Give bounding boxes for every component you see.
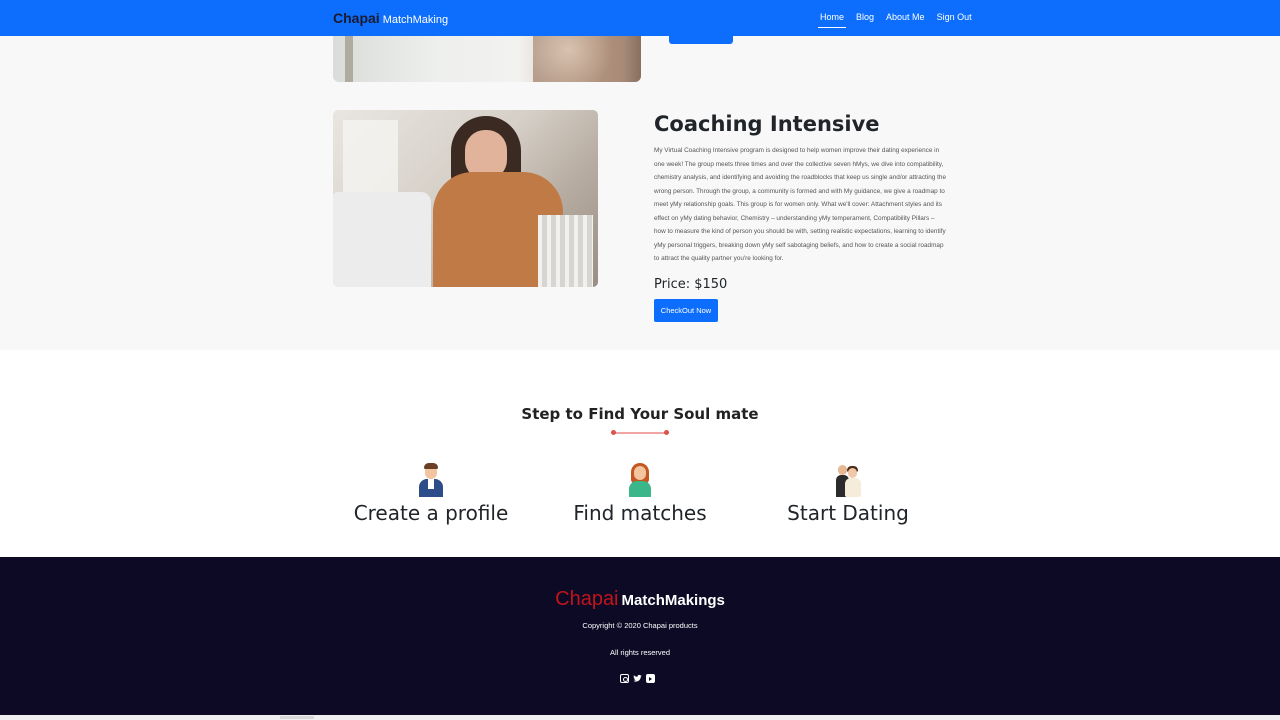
- instagram-icon[interactable]: [620, 674, 629, 683]
- step-find-matches: Find matches: [535, 463, 745, 525]
- icon-part: [634, 466, 646, 480]
- previous-checkout-button[interactable]: [669, 36, 733, 44]
- youtube-icon[interactable]: [646, 674, 655, 683]
- image-detail: [345, 36, 353, 82]
- image-detail: [333, 192, 431, 287]
- step-start-dating: Start Dating: [743, 463, 953, 525]
- nav-link-home[interactable]: Home: [818, 12, 847, 28]
- couple-icon: [833, 463, 863, 499]
- image-detail: [533, 36, 623, 82]
- coaching-price: Price: $150: [654, 277, 728, 292]
- divider-dot: [611, 430, 616, 435]
- step-label: Find matches: [573, 501, 707, 525]
- icon-part: [848, 468, 857, 478]
- brand-primary: Chapai: [333, 10, 380, 26]
- woman-avatar-icon: [625, 463, 655, 499]
- twitter-icon[interactable]: [633, 674, 642, 683]
- social-links: [620, 674, 655, 683]
- coaching-title: Coaching Intensive: [654, 112, 880, 136]
- image-detail: [538, 215, 593, 287]
- divider-dot: [664, 430, 669, 435]
- steps-title: Step to Find Your Soul mate: [521, 405, 759, 423]
- step-label: Create a profile: [353, 501, 509, 525]
- services-section: Coaching Intensive My Virtual Coaching I…: [0, 36, 1280, 350]
- footer-brand: Chapai MatchMakings: [0, 588, 1280, 611]
- coaching-image: [333, 110, 598, 287]
- bottom-scrollbar[interactable]: [0, 715, 1280, 720]
- icon-part: [838, 465, 847, 475]
- nav-link-blog[interactable]: Blog: [854, 12, 876, 28]
- nav-link-signout[interactable]: Sign Out: [935, 12, 974, 28]
- step-label: Start Dating: [787, 501, 909, 525]
- previous-service-image: [333, 36, 641, 82]
- nav-links: Home Blog About Me Sign Out: [818, 12, 974, 28]
- step-create-profile: Create a profile: [326, 463, 536, 525]
- brand-logo[interactable]: Chapai MatchMaking: [333, 10, 448, 26]
- icon-part: [428, 479, 434, 489]
- navbar: Chapai MatchMaking Home Blog About Me Sig…: [0, 0, 1280, 36]
- icon-part: [629, 481, 651, 497]
- rights-text: All rights reserved: [609, 648, 671, 657]
- scrollbar-thumb[interactable]: [280, 716, 314, 719]
- icon-part: [845, 478, 861, 497]
- checkout-button[interactable]: CheckOut Now: [654, 299, 718, 322]
- coaching-description: My Virtual Coaching Intensive program is…: [654, 147, 947, 262]
- footer-brand-secondary: MatchMakings: [621, 592, 725, 609]
- title-divider: [611, 430, 669, 435]
- brand-secondary: MatchMaking: [382, 14, 449, 26]
- man-avatar-icon: [416, 463, 446, 499]
- copyright-text: Copyright © 2020 Chapai products: [582, 621, 698, 630]
- footer: Chapai MatchMakings Copyright © 2020 Chap…: [0, 557, 1280, 715]
- footer-brand-primary: Chapai: [555, 588, 619, 610]
- icon-part: [424, 463, 438, 469]
- nav-link-about[interactable]: About Me: [884, 12, 927, 28]
